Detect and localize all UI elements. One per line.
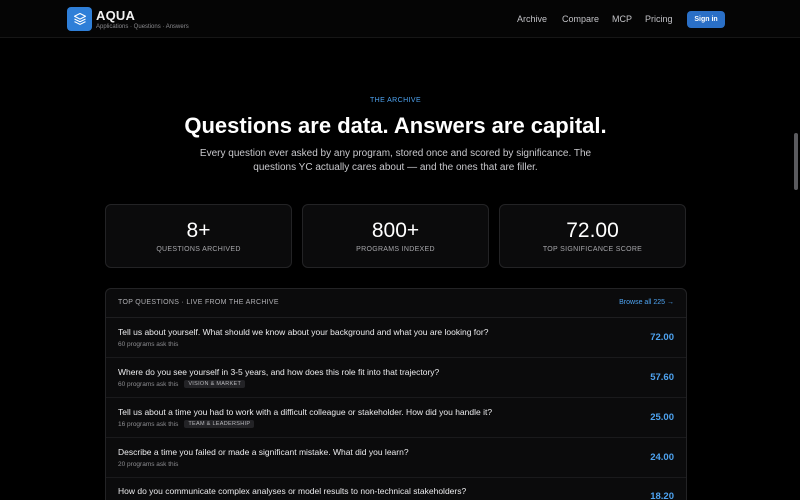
brand-name[interactable]: AQUA: [96, 8, 135, 23]
page-title: Questions are data. Answers are capital.: [184, 113, 607, 138]
category-tag: TEAM & LEADERSHIP: [184, 420, 255, 428]
question-text: Tell us about a time you had to work wit…: [118, 407, 493, 417]
top-questions-panel: TOP QUESTIONS · LIVE FROM THE ARCHIVE Br…: [105, 288, 687, 500]
question-meta: 20 programs ask this: [118, 459, 178, 469]
stat-value: 72.00: [566, 219, 619, 242]
panel-header: TOP QUESTIONS · LIVE FROM THE ARCHIVE Br…: [106, 289, 686, 318]
stat-label: TOP SIGNIFICANCE SCORE: [542, 246, 643, 253]
question-program-count: 20 programs ask this: [118, 460, 179, 468]
panel-title: TOP QUESTIONS · LIVE FROM THE ARCHIVE: [118, 299, 279, 306]
page-scrollbar-thumb[interactable]: [794, 133, 798, 190]
question-text: Describe a time you failed or made a sig…: [118, 447, 409, 457]
stat-value: 800+: [371, 219, 420, 242]
question-program-count: 16 programs ask this: [118, 420, 179, 428]
stat-card-programs: 800+ PROGRAMS INDEXED: [302, 204, 489, 268]
question-row[interactable]: How do you communicate complex analyses …: [106, 478, 686, 500]
stat-card-top-score: 72.00 TOP SIGNIFICANCE SCORE: [499, 204, 686, 268]
nav-link-archive[interactable]: Archive: [517, 14, 547, 24]
question-row[interactable]: Tell us about yourself. What should we k…: [106, 318, 686, 358]
question-program-count: 60 programs ask this: [118, 340, 179, 348]
brand-tagline: Applications · Questions · Answers: [96, 24, 189, 30]
question-score: 72.00: [650, 332, 674, 343]
section-eyebrow: THE ARCHIVE: [369, 97, 422, 104]
question-row[interactable]: Where do you see yourself in 3-5 years, …: [106, 358, 686, 398]
browse-all-link[interactable]: Browse all 225 →: [619, 299, 674, 306]
question-score: 24.00: [650, 452, 674, 463]
question-score: 18.20: [650, 491, 674, 500]
question-text: Tell us about yourself. What should we k…: [118, 327, 489, 337]
nav-link-pricing[interactable]: Pricing: [645, 14, 673, 24]
question-meta: 16 programs ask this TEAM & LEADERSHIP: [118, 419, 255, 429]
question-row[interactable]: Describe a time you failed or made a sig…: [106, 438, 686, 478]
question-program-count: 60 programs ask this: [118, 380, 179, 388]
top-navigation-bar: AQUA Applications · Questions · Answers …: [0, 0, 800, 38]
stat-card-questions: 8+ QUESTIONS ARCHIVED: [105, 204, 292, 268]
question-score: 25.00: [650, 412, 674, 423]
question-score: 57.60: [650, 372, 674, 383]
nav-link-compare[interactable]: Compare: [562, 14, 599, 24]
nav-link-mcp[interactable]: MCP: [612, 14, 632, 24]
stat-label: PROGRAMS INDEXED: [356, 246, 435, 253]
category-tag: VISION & MARKET: [184, 380, 246, 388]
stat-value: 8+: [186, 219, 211, 242]
question-meta: 60 programs ask this VISION & MARKET: [118, 379, 246, 389]
question-meta: 60 programs ask this: [118, 339, 178, 349]
question-text: How do you communicate complex analyses …: [118, 486, 467, 496]
stat-label: QUESTIONS ARCHIVED: [156, 246, 241, 253]
stacked-layers-icon[interactable]: [67, 7, 92, 31]
question-row[interactable]: Tell us about a time you had to work wit…: [106, 398, 686, 438]
question-text: Where do you see yourself in 3-5 years, …: [118, 367, 440, 377]
sign-in-button[interactable]: Sign in: [687, 11, 725, 28]
page-subtitle: Every question ever asked by any program…: [199, 148, 592, 173]
